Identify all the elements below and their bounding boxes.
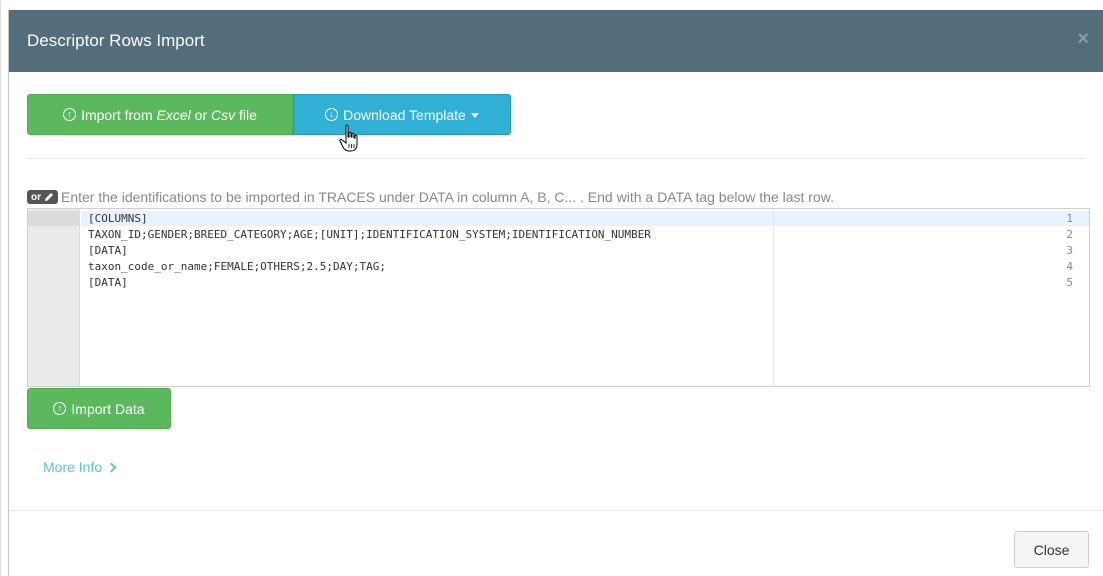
- dialog-title: Descriptor Rows Import: [27, 31, 205, 50]
- import-file-excel: Excel: [156, 106, 191, 123]
- code-line: TAXON_ID;GENDER;BREED_CATEGORY;AGE;[UNIT…: [88, 228, 651, 241]
- chevron-right-icon: [106, 462, 117, 472]
- dialog-header: Descriptor Rows Import ×: [9, 10, 1103, 72]
- import-file-csv: Csv: [211, 106, 236, 123]
- import-file-or: or: [190, 106, 211, 123]
- code-line: [COLUMNS]: [88, 212, 148, 225]
- import-file-prefix: Import from: [81, 106, 157, 123]
- or-badge-label: or: [31, 191, 41, 203]
- line-number: 4: [1066, 260, 1073, 273]
- hint-row: or Enter the identifications to be impor…: [27, 188, 834, 206]
- code-line: taxon_code_or_name;FEMALE;OTHERS;2.5;DAY…: [88, 260, 387, 273]
- circle-arrow-up-icon: ↑: [53, 402, 67, 415]
- footer-divider: [9, 510, 1103, 511]
- import-file-suffix: file: [235, 106, 257, 123]
- code-line: [DATA]: [88, 244, 128, 257]
- close-button[interactable]: Close: [1014, 531, 1089, 568]
- print-margin: [773, 209, 774, 386]
- circle-arrow-up-icon: ↑: [63, 108, 77, 121]
- download-template-label: Download Template: [343, 106, 466, 123]
- import-data-label: Import Data: [71, 400, 145, 417]
- hint-text: Enter the identifications to be imported…: [61, 189, 834, 205]
- import-file-button[interactable]: ↑ Import from Excel or Csv file: [27, 94, 293, 135]
- line-number: 5: [1066, 276, 1073, 289]
- line-number: 3: [1066, 244, 1073, 257]
- import-button-group: ↑ Import from Excel or Csv file ↓ Downlo…: [27, 94, 511, 135]
- code-line: [DATA]: [88, 276, 128, 289]
- editor-gutter: [28, 209, 80, 386]
- pencil-icon: [45, 193, 53, 201]
- page-edge: [0, 0, 1, 576]
- caret-down-icon: [470, 113, 479, 118]
- more-info-label: More Info: [43, 459, 103, 475]
- or-pencil-badge: or: [27, 190, 58, 204]
- import-data-button[interactable]: ↑ Import Data: [27, 388, 171, 429]
- line-number: 2: [1066, 228, 1073, 241]
- more-info-link[interactable]: More Info: [43, 459, 117, 475]
- hand-pointer-cursor-icon: [339, 124, 358, 152]
- section-divider: [27, 158, 1085, 159]
- line-number: 1: [1066, 212, 1073, 225]
- active-line-highlight: [81, 211, 1089, 226]
- code-editor[interactable]: 1 2 3 4 5 [COLUMNS] TAXON_ID;GENDER;BREE…: [27, 208, 1090, 387]
- import-dialog: Descriptor Rows Import × ↑ Import from E…: [8, 10, 1103, 576]
- download-template-button[interactable]: ↓ Download Template: [293, 94, 511, 135]
- close-icon[interactable]: ×: [1077, 28, 1089, 51]
- circle-arrow-down-icon: ↓: [325, 108, 339, 121]
- active-line-gutter: [28, 211, 80, 226]
